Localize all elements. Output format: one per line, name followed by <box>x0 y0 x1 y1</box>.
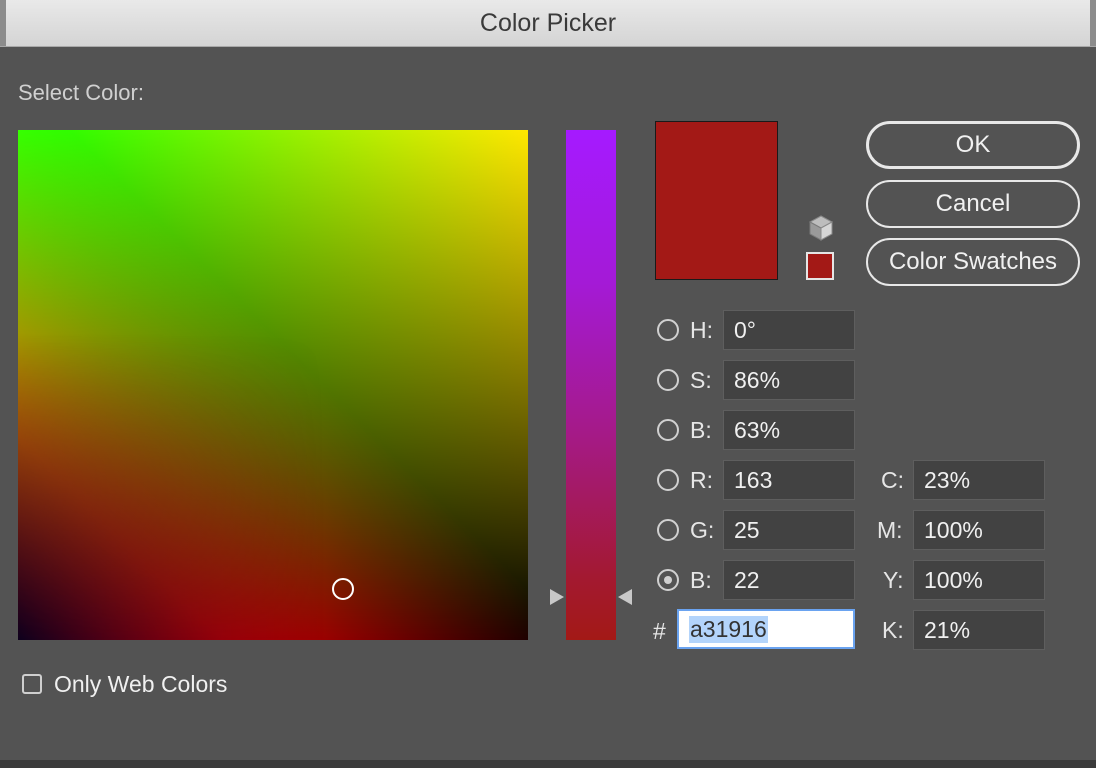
radio-brightness[interactable] <box>657 419 679 441</box>
blue-field[interactable]: 22 <box>723 560 855 600</box>
slider-arrow-left[interactable] <box>550 589 564 605</box>
black-field[interactable]: 21% <box>913 610 1045 650</box>
color-slider[interactable] <box>566 130 616 640</box>
cyan-label: C: <box>881 467 904 493</box>
select-color-label: Select Color: <box>18 80 144 105</box>
green-label: G: <box>690 517 715 543</box>
hue-field[interactable]: 0° <box>723 310 855 350</box>
hex-input[interactable]: a31916 <box>677 609 855 649</box>
title-bar-edge-right <box>1090 0 1096 46</box>
saturation-label: S: <box>690 367 712 393</box>
cube-icon[interactable] <box>808 214 834 242</box>
window-title: Color Picker <box>479 8 617 37</box>
red-field[interactable]: 163 <box>723 460 855 500</box>
slider-arrow-right[interactable] <box>618 589 632 605</box>
title-bar-edge-left <box>0 0 6 46</box>
hex-label: # <box>653 618 666 644</box>
magenta-label: M: <box>877 517 903 543</box>
color-field-marker[interactable] <box>332 578 354 600</box>
blue-label: B: <box>690 567 712 593</box>
brightness-label: B: <box>690 417 712 443</box>
color-preview-swatch <box>655 121 778 280</box>
hex-value: a31916 <box>689 615 768 643</box>
radio-red[interactable] <box>657 469 679 491</box>
window-bottom-edge <box>0 760 1096 768</box>
only-web-colors-checkbox[interactable] <box>22 674 42 694</box>
yellow-label: Y: <box>883 567 904 593</box>
black-label: K: <box>882 617 904 643</box>
color-field[interactable] <box>18 130 528 640</box>
saturation-field[interactable]: 86% <box>723 360 855 400</box>
red-label: R: <box>690 467 713 493</box>
only-web-colors-label[interactable]: Only Web Colors <box>54 671 227 698</box>
yellow-field[interactable]: 100% <box>913 560 1045 600</box>
magenta-field[interactable]: 100% <box>913 510 1045 550</box>
gamut-color-swatch[interactable] <box>806 252 834 280</box>
radio-hue[interactable] <box>657 319 679 341</box>
radio-saturation[interactable] <box>657 369 679 391</box>
radio-green[interactable] <box>657 519 679 541</box>
color-field-dark-overlay <box>18 130 528 640</box>
hue-label: H: <box>690 317 713 343</box>
green-field[interactable]: 25 <box>723 510 855 550</box>
radio-blue[interactable] <box>657 569 679 591</box>
cyan-field[interactable]: 23% <box>913 460 1045 500</box>
brightness-field[interactable]: 63% <box>723 410 855 450</box>
color-swatches-button[interactable]: Color Swatches <box>866 238 1080 286</box>
ok-button[interactable]: OK <box>866 121 1080 169</box>
title-bar: Color Picker <box>0 0 1096 47</box>
cancel-button[interactable]: Cancel <box>866 180 1080 228</box>
